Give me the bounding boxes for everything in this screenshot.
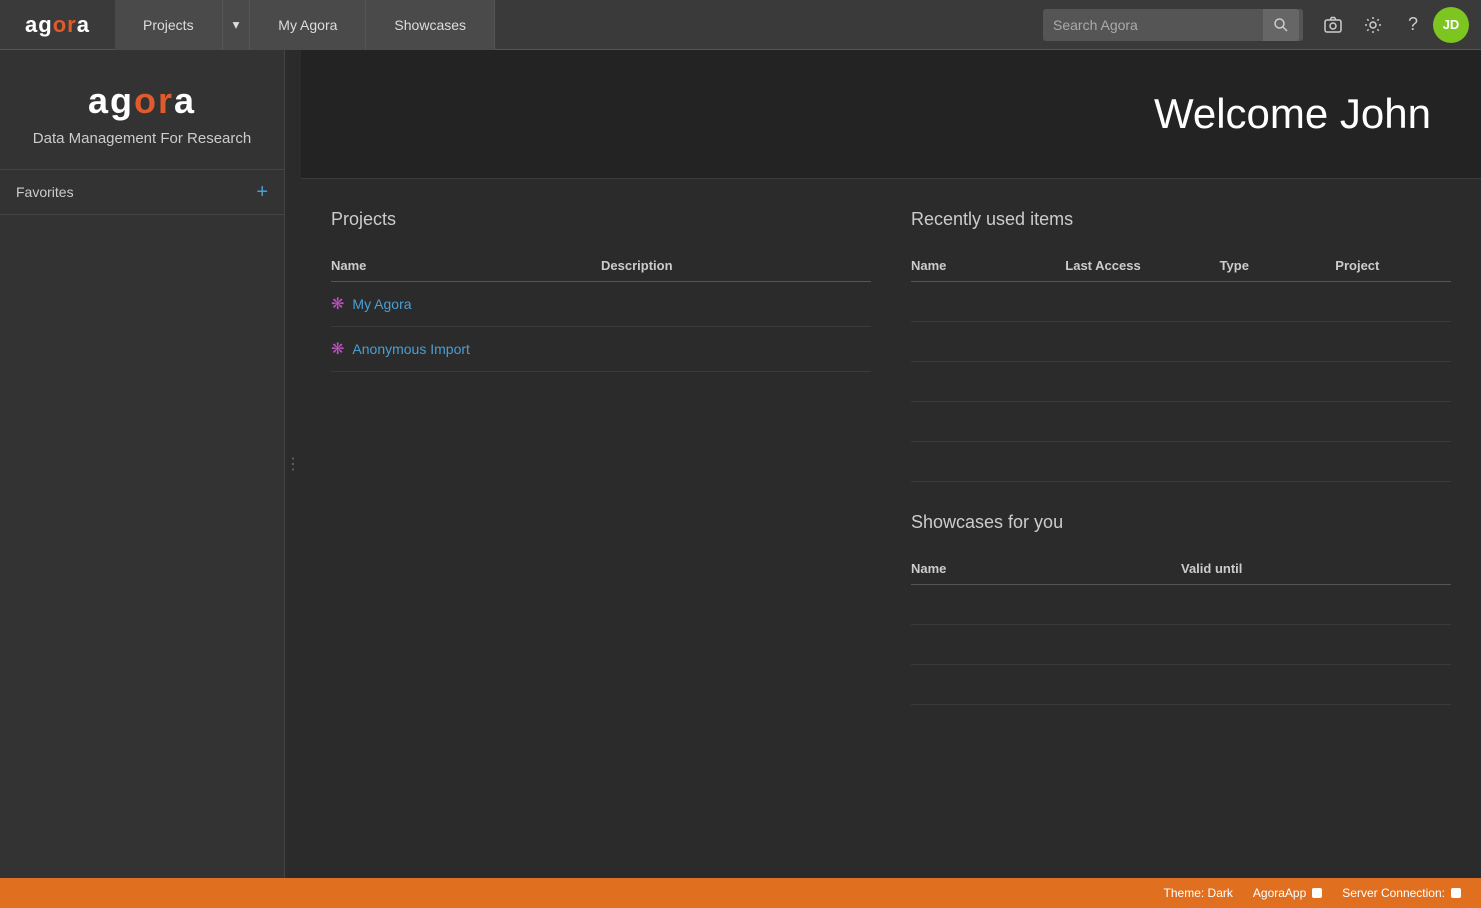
project-icon: ❋ xyxy=(331,294,344,314)
projects-nav-button[interactable]: Projects xyxy=(115,0,223,50)
recently-used-title: Recently used items xyxy=(911,209,1451,230)
camera-icon-button[interactable] xyxy=(1313,0,1353,50)
server-status-indicator xyxy=(1451,888,1461,898)
myagora-nav-button[interactable]: My Agora xyxy=(250,0,366,50)
search-button[interactable] xyxy=(1263,9,1299,41)
app-layout: agora Data Management For Research Favor… xyxy=(0,50,1481,878)
right-panel: Recently used items Name Last Access Typ… xyxy=(911,209,1451,705)
col-description-header: Description xyxy=(601,258,871,273)
brand-logo: agora xyxy=(20,80,264,122)
question-icon: ? xyxy=(1408,14,1418,35)
favorites-section: Favorites + xyxy=(0,170,284,215)
server-label: Server Connection: xyxy=(1342,886,1445,900)
server-info: Server Connection: xyxy=(1342,886,1461,900)
showcases-panel: Showcases for you Name Valid until xyxy=(911,512,1451,705)
search-icon xyxy=(1273,17,1289,33)
sidebar-resize-handle[interactable]: ⋮ xyxy=(285,434,301,494)
projects-table-header: Name Description xyxy=(331,250,871,282)
search-input[interactable] xyxy=(1043,17,1263,33)
main-content: Welcome John Projects Name Description ❋… xyxy=(301,50,1481,878)
app-label: AgoraApp xyxy=(1253,886,1306,900)
user-avatar[interactable]: JD xyxy=(1433,7,1469,43)
projects-panel: Projects Name Description ❋ My Agora xyxy=(331,209,871,705)
showcases-title: Showcases for you xyxy=(911,512,1451,533)
projects-dropdown-button[interactable]: ▾ xyxy=(223,0,251,50)
help-icon-button[interactable]: ? xyxy=(1393,0,1433,50)
table-row xyxy=(911,322,1451,362)
table-row xyxy=(911,625,1451,665)
recently-used-section: Recently used items Name Last Access Typ… xyxy=(911,209,1451,482)
recent-col-access: Last Access xyxy=(1065,258,1219,273)
camera-icon xyxy=(1323,15,1343,35)
recent-col-project: Project xyxy=(1335,258,1451,273)
theme-label: Theme: Dark xyxy=(1164,886,1233,900)
bottom-bar: Theme: Dark AgoraApp Server Connection: xyxy=(0,878,1481,908)
table-row: ❋ Anonymous Import xyxy=(331,327,871,372)
app-info: AgoraApp xyxy=(1253,886,1322,900)
theme-info: Theme: Dark xyxy=(1164,886,1233,900)
gear-icon xyxy=(1364,16,1382,34)
table-row xyxy=(911,362,1451,402)
nav-logo: agora xyxy=(0,12,115,38)
table-row xyxy=(911,665,1451,705)
search-bar xyxy=(1043,9,1303,41)
showcase-col-name: Name xyxy=(911,561,1181,576)
brand-subtitle: Data Management For Research xyxy=(20,128,264,149)
nav-logo-text: agora xyxy=(25,12,90,38)
project-link-myagora[interactable]: ❋ My Agora xyxy=(331,294,601,314)
content-area: Projects Name Description ❋ My Agora xyxy=(301,179,1481,705)
add-favorite-button[interactable]: + xyxy=(256,182,268,202)
project-link-anonymous[interactable]: ❋ Anonymous Import xyxy=(331,339,601,359)
table-row xyxy=(911,282,1451,322)
recently-used-table: Name Last Access Type Project xyxy=(911,250,1451,482)
settings-icon-button[interactable] xyxy=(1353,0,1393,50)
projects-title: Projects xyxy=(331,209,871,230)
sidebar: agora Data Management For Research Favor… xyxy=(0,50,285,878)
projects-table: Name Description ❋ My Agora ❋ Anonym xyxy=(331,250,871,372)
col-name-header: Name xyxy=(331,258,601,273)
welcome-heading: Welcome John xyxy=(351,90,1431,138)
showcases-nav-button[interactable]: Showcases xyxy=(366,0,495,50)
recent-col-name: Name xyxy=(911,258,1065,273)
table-row xyxy=(911,402,1451,442)
recent-col-type: Type xyxy=(1220,258,1336,273)
table-row xyxy=(911,442,1451,482)
recently-used-header: Name Last Access Type Project xyxy=(911,250,1451,282)
app-status-indicator xyxy=(1312,888,1322,898)
welcome-banner: Welcome John xyxy=(301,50,1481,179)
favorites-label: Favorites xyxy=(16,184,74,200)
sidebar-brand: agora Data Management For Research xyxy=(0,50,284,170)
project-icon-2: ❋ xyxy=(331,339,344,359)
showcase-col-valid: Valid until xyxy=(1181,561,1451,576)
table-row xyxy=(911,585,1451,625)
table-row: ❋ My Agora xyxy=(331,282,871,327)
top-navigation: agora Projects ▾ My Agora Showcases ? JD xyxy=(0,0,1481,50)
showcases-table: Name Valid until xyxy=(911,553,1451,705)
showcases-header: Name Valid until xyxy=(911,553,1451,585)
